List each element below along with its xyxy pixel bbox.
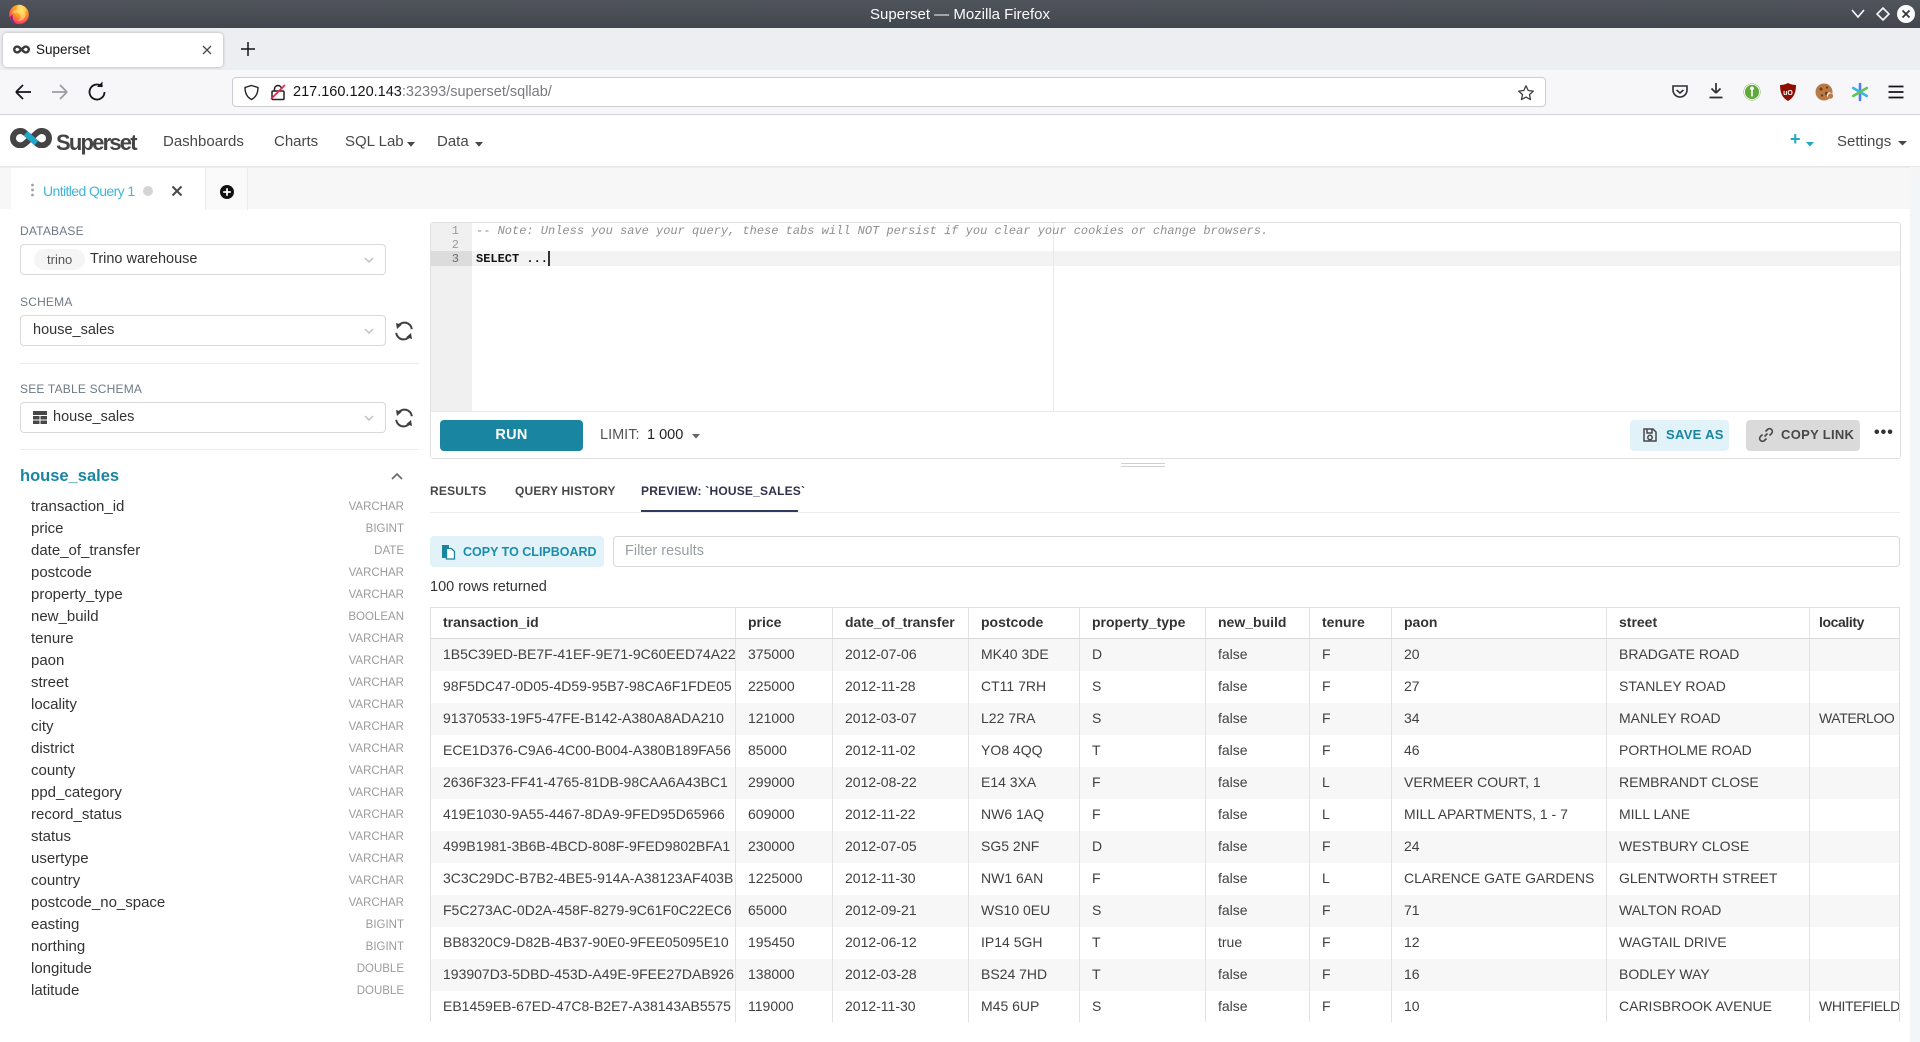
svg-text:uO: uO [1783,90,1793,97]
